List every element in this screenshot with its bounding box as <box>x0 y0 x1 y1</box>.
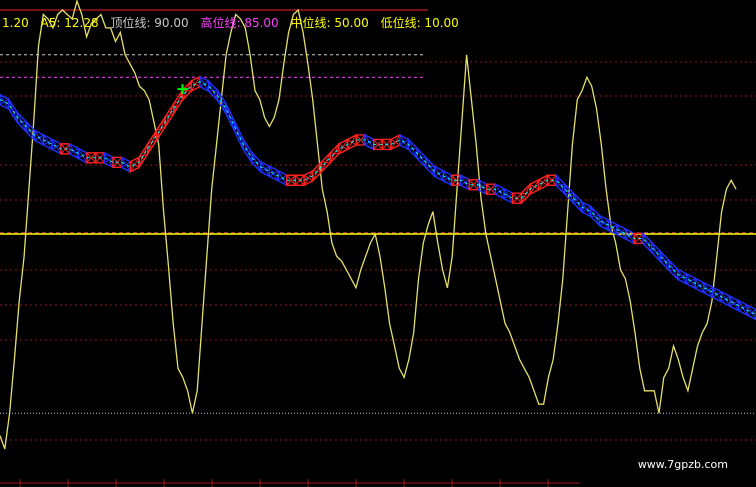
header-low-line: 低位线: 10.00 <box>380 16 459 30</box>
oscillator-line <box>0 0 737 450</box>
header-a5: A5: 12.28 <box>40 16 99 30</box>
band-hatch <box>330 152 339 155</box>
indicator-chart <box>0 0 756 487</box>
band-hatch <box>182 89 192 92</box>
header-top-line: 顶位线: 90.00 <box>110 16 189 30</box>
watermark: www.7gpzb.com <box>637 458 728 471</box>
indicator-header: 1.20 A5: 12.28 顶位线: 90.00 高位线: 85.00 中位线… <box>2 14 467 31</box>
header-mid-line: 中位线: 50.00 <box>290 16 369 30</box>
header-value-1: 1.20 <box>2 16 29 30</box>
header-high-line: 高位线: 85.00 <box>200 16 279 30</box>
band-hatch <box>321 161 331 164</box>
band-midline <box>0 81 756 316</box>
chart-window: { "header": { "items": [ {"text": "1.20"… <box>0 0 756 487</box>
